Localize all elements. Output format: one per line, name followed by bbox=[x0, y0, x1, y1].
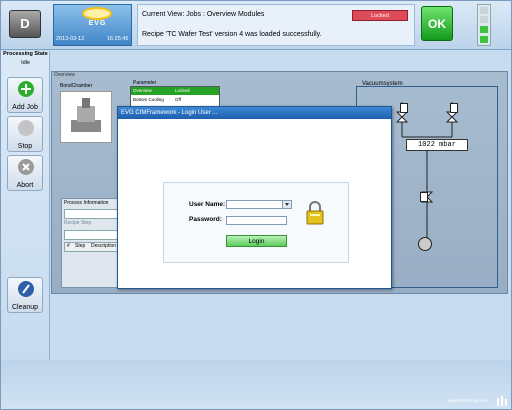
screen-border bbox=[0, 0, 512, 410]
